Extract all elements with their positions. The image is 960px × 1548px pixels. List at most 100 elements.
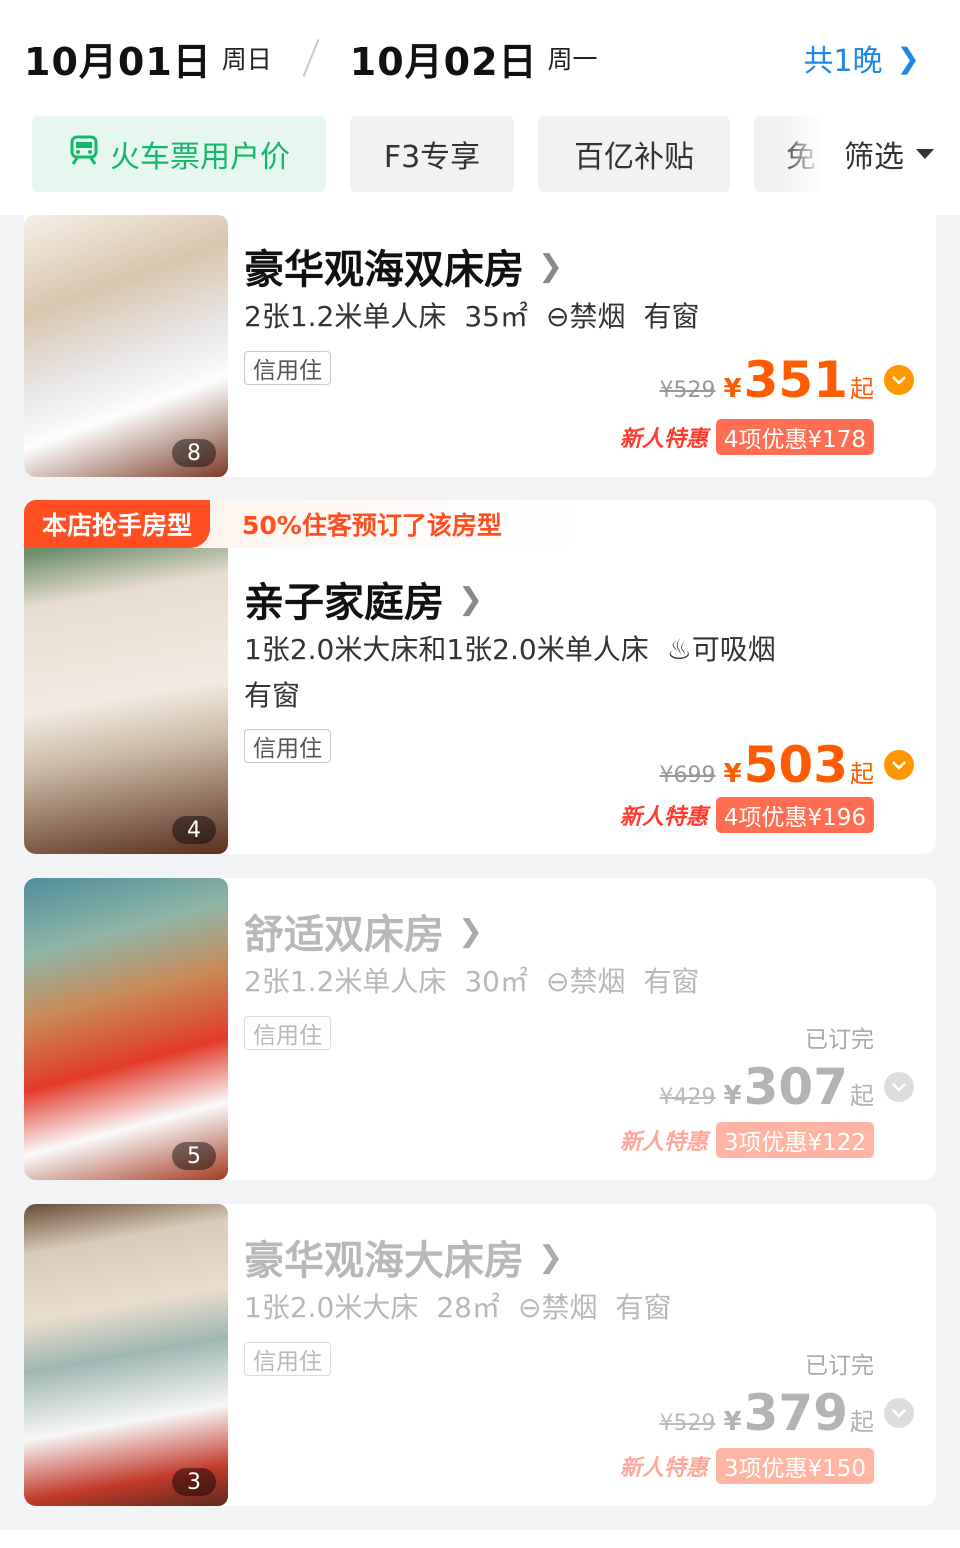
- room-card[interactable]: 3 豪华观海大床房 ❯ 1张2.0米大床 28㎡ ⊖禁烟 有窗 信用住 已订完 ¥529…: [24, 1204, 936, 1506]
- price-suffix: 起: [850, 375, 874, 403]
- spec-window: 有窗: [643, 965, 700, 998]
- promo-badge: 4项优惠¥178: [715, 419, 874, 455]
- promo-row[interactable]: 新人特惠 4项优惠¥178: [620, 419, 874, 455]
- room-name: 豪华观海双床房: [244, 247, 524, 293]
- nights-label: 共1晚: [803, 44, 883, 79]
- spec-area: 35㎡: [464, 300, 528, 333]
- spec-smoking: ⊖禁烟: [546, 300, 626, 333]
- newbie-label: 新人特惠: [619, 805, 708, 830]
- price: 503: [743, 736, 848, 794]
- original-price: ¥529: [659, 378, 716, 403]
- date-row[interactable]: 10月01日 周日 10月02日 周一 共1晚 ❯: [24, 30, 940, 86]
- chip-label: 火车票用户价: [110, 140, 290, 175]
- spec-bed: 1张2.0米大床和1张2.0米单人床: [244, 633, 649, 666]
- chip-label: 百亿补贴: [574, 140, 694, 175]
- room-name: 舒适双床房: [244, 912, 444, 958]
- room-title[interactable]: 亲子家庭房 ❯: [244, 570, 483, 628]
- promo-row[interactable]: 新人特惠 3项优惠¥150: [620, 1448, 874, 1484]
- credit-tag: 信用住: [244, 729, 331, 763]
- currency: ¥: [723, 759, 742, 789]
- price-suffix: 起: [850, 760, 874, 788]
- train-icon: [68, 134, 100, 174]
- chevron-right-icon: ❯: [896, 41, 920, 75]
- price: 307: [743, 1058, 848, 1116]
- room-specs-line2: 有窗: [244, 674, 318, 714]
- filter-label: 筛选: [844, 140, 904, 175]
- bottom-bar: [0, 1530, 960, 1548]
- credit-tag: 信用住: [244, 351, 331, 385]
- promo-badge: 3项优惠¥122: [715, 1122, 874, 1158]
- nights-selector[interactable]: 共1晚 ❯: [803, 36, 920, 80]
- room-card[interactable]: 本店抢手房型 50%住客预订了该房型 4 亲子家庭房 ❯ 1张2.0米大床和1张2…: [24, 500, 936, 854]
- photo-count: 3: [172, 1468, 216, 1496]
- spec-smoking: ♨可吸烟: [666, 633, 776, 666]
- room-specs: 1张2.0米大床和1张2.0米单人床 ♨可吸烟: [244, 628, 794, 668]
- checkout-weekday: 周一: [547, 45, 598, 74]
- scroll-fade: [780, 116, 824, 192]
- price-row[interactable]: ¥429 ¥ 307 起: [660, 1062, 914, 1112]
- chip-subsidy[interactable]: 百亿补贴: [538, 116, 730, 192]
- room-name: 亲子家庭房: [244, 580, 444, 626]
- chip-f3[interactable]: F3专享: [350, 116, 514, 192]
- chevron-right-icon: ❯: [538, 248, 564, 284]
- newbie-label: 新人特惠: [619, 1130, 708, 1155]
- spec-window: 有窗: [643, 300, 700, 333]
- currency: ¥: [723, 1081, 742, 1111]
- original-price: ¥529: [659, 1411, 716, 1436]
- chip-train-user-price[interactable]: 火车票用户价: [32, 116, 326, 192]
- photo-count: 4: [172, 816, 216, 844]
- promo-badge: 4项优惠¥196: [715, 797, 874, 833]
- chip-label: F3专享: [383, 140, 481, 175]
- price-suffix: 起: [850, 1408, 874, 1436]
- spec-bed: 2张1.2米单人床: [244, 300, 447, 333]
- room-photo[interactable]: 8: [24, 215, 228, 477]
- spec-window: 有窗: [615, 1291, 672, 1324]
- checkin-weekday: 周日: [221, 45, 272, 74]
- room-photo[interactable]: 5: [24, 878, 228, 1180]
- room-name: 豪华观海大床房: [244, 1238, 524, 1284]
- spec-bed: 2张1.2米单人床: [244, 965, 447, 998]
- room-specs: 2张1.2米单人床 35㎡ ⊖禁烟 有窗: [244, 295, 717, 335]
- room-title[interactable]: 豪华观海大床房 ❯: [244, 1228, 563, 1286]
- promo-row[interactable]: 新人特惠 4项优惠¥196: [620, 797, 874, 833]
- checkout-date[interactable]: 10月02日: [350, 31, 538, 86]
- chevron-right-icon: ❯: [538, 1239, 564, 1275]
- promo-row[interactable]: 新人特惠 3项优惠¥122: [620, 1122, 874, 1158]
- chevron-right-icon: ❯: [458, 581, 484, 617]
- newbie-label: 新人特惠: [619, 1456, 708, 1481]
- price: 351: [743, 351, 848, 409]
- photo-count: 8: [172, 439, 216, 467]
- currency: ¥: [723, 374, 742, 404]
- room-photo[interactable]: 3: [24, 1204, 228, 1506]
- price-suffix: 起: [850, 1082, 874, 1110]
- price-row[interactable]: ¥529 ¥ 379 起: [660, 1388, 914, 1438]
- spec-area: 28㎡: [436, 1291, 500, 1324]
- spec-smoking: ⊖禁烟: [518, 1291, 598, 1324]
- filter-button[interactable]: 筛选: [820, 116, 960, 192]
- room-title[interactable]: 舒适双床房 ❯: [244, 902, 483, 960]
- date-separator: [302, 39, 320, 77]
- room-card[interactable]: 8 豪华观海双床房 ❯ 2张1.2米单人床 35㎡ ⊖禁烟 有窗 信用住 ¥529 ¥ …: [24, 215, 936, 477]
- currency: ¥: [723, 1407, 742, 1437]
- sold-out-label: 已订完: [805, 1353, 874, 1379]
- original-price: ¥699: [659, 763, 716, 788]
- date-header: 10月01日 周日 10月02日 周一 共1晚 ❯ 火车票用户价 F3专享 百亿…: [0, 0, 960, 215]
- price-row[interactable]: ¥699 ¥ 503 起: [660, 740, 914, 790]
- spec-bed: 1张2.0米大床: [244, 1291, 419, 1324]
- expand-chevron-icon[interactable]: [884, 365, 914, 395]
- checkin-date[interactable]: 10月01日: [24, 31, 212, 86]
- original-price: ¥429: [659, 1085, 716, 1110]
- spec-window: 有窗: [244, 679, 301, 712]
- credit-tag: 信用住: [244, 1342, 331, 1376]
- price-row[interactable]: ¥529 ¥ 351 起: [660, 355, 914, 405]
- expand-chevron-icon[interactable]: [884, 1398, 914, 1428]
- room-card[interactable]: 5 舒适双床房 ❯ 2张1.2米单人床 30㎡ ⊖禁烟 有窗 信用住 已订完 ¥429 …: [24, 878, 936, 1180]
- room-photo[interactable]: 4: [24, 500, 228, 854]
- expand-chevron-icon[interactable]: [884, 750, 914, 780]
- expand-chevron-icon[interactable]: [884, 1072, 914, 1102]
- sold-out-label: 已订完: [805, 1027, 874, 1053]
- promo-badge: 3项优惠¥150: [715, 1448, 874, 1484]
- caret-down-icon: [916, 149, 934, 159]
- room-title[interactable]: 豪华观海双床房 ❯: [244, 237, 563, 295]
- hot-room-badge: 本店抢手房型: [24, 500, 211, 548]
